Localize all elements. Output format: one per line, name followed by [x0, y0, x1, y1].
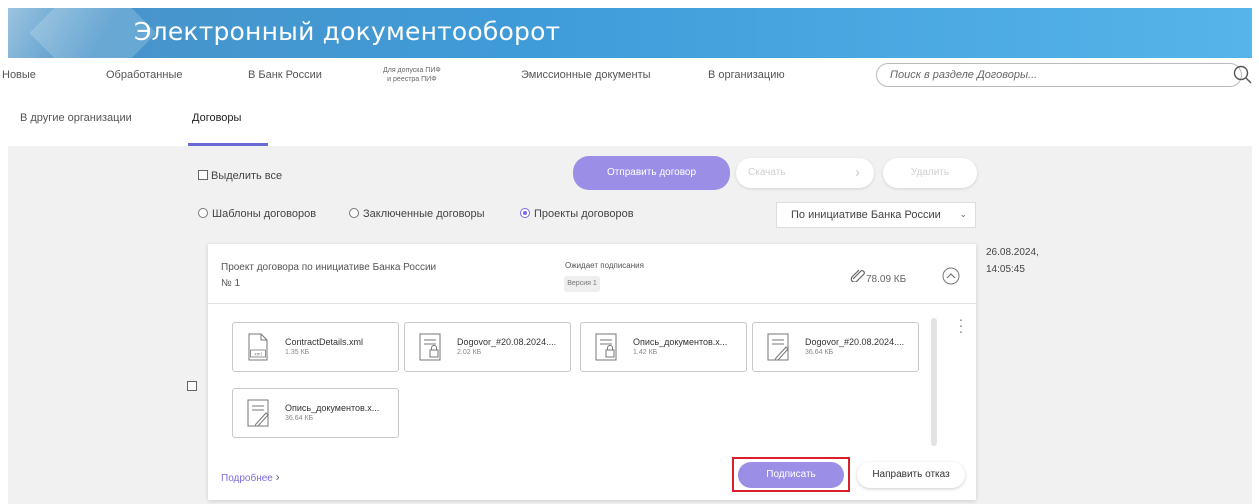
download-chevron-icon: › — [855, 164, 860, 181]
radio-projects[interactable]: Проекты договоров — [520, 208, 634, 220]
download-label: Скачать — [748, 167, 786, 178]
tab-pif-admission[interactable]: Для допуска ПИФ и реестра ПИФ — [383, 66, 441, 84]
card-status: Ожидает подписания — [565, 261, 644, 270]
tab-contracts[interactable]: Договоры — [192, 112, 241, 124]
initiative-select[interactable]: По инициативе Банка России ⌄ — [776, 202, 976, 228]
chevron-right-icon: › — [275, 470, 280, 484]
delete-button[interactable]: Удалить — [883, 158, 977, 188]
card-number: № 1 — [221, 278, 241, 289]
file-card[interactable]: Dogovor_#20.08.2024.... 36.64 КБ — [752, 322, 919, 372]
tab-other-organizations[interactable]: В другие организации — [20, 112, 132, 124]
search-icon[interactable] — [1232, 64, 1254, 86]
files-scrollbar[interactable] — [931, 318, 937, 446]
sign-button-highlight — [732, 457, 850, 492]
app-title: Электронный документооборот — [134, 17, 561, 46]
radio-concluded-label: Заключенные договоры — [363, 208, 485, 220]
version-badge: Версия 1 — [564, 276, 600, 292]
file-name: Dogovor_#20.08.2024.... — [457, 337, 557, 347]
signed-file-icon — [247, 399, 269, 427]
search-box[interactable] — [876, 63, 1242, 87]
more-details-label: Подробнее — [221, 473, 273, 484]
radio-concluded-indicator[interactable] — [349, 208, 359, 218]
card-select-box[interactable] — [187, 381, 197, 391]
select-all-checkbox[interactable]: Выделить все — [198, 170, 282, 182]
card-title: Проект договора по инициативе Банка Росс… — [221, 262, 437, 273]
file-name: ContractDetails.xml — [285, 337, 364, 347]
send-contract-button[interactable]: Отправить договор — [573, 156, 730, 190]
reject-button[interactable]: Направить отказ — [857, 462, 965, 488]
locked-file-icon — [595, 333, 617, 361]
download-button[interactable]: Скачать › — [736, 158, 874, 188]
select-all-box[interactable] — [198, 170, 208, 180]
card-date: 26.08.2024, — [986, 247, 1039, 258]
initiative-select-value: По инициативе Банка России — [791, 209, 941, 221]
chevron-down-icon: ⌄ — [959, 209, 967, 219]
tab-new[interactable]: Новые — [2, 69, 36, 81]
radio-templates[interactable]: Шаблоны договоров — [198, 208, 316, 220]
more-options-icon[interactable]: · · · — [955, 312, 967, 338]
radio-templates-label: Шаблоны договоров — [212, 208, 317, 220]
header-banner: Электронный документооборот — [8, 8, 1252, 58]
paperclip-icon — [850, 269, 865, 282]
file-size: 2.02 КБ — [457, 349, 482, 356]
tab-pif-admission-line2: и реестра ПИФ — [387, 76, 437, 83]
file-size: 36.64 КБ — [805, 349, 834, 356]
card-select-checkbox[interactable] — [187, 377, 200, 395]
search-input[interactable] — [877, 64, 1207, 86]
file-name: Dogovor_#20.08.2024.... — [805, 337, 905, 347]
radio-projects-label: Проекты договоров — [534, 208, 634, 220]
tab-to-organization[interactable]: В организацию — [708, 69, 785, 81]
file-card[interactable]: Dogovor_#20.08.2024.... 2.02 КБ — [404, 322, 571, 372]
file-name: Опись_документов.х... — [285, 403, 380, 413]
radio-projects-indicator[interactable] — [520, 208, 530, 218]
collapse-chevron-up-icon[interactable] — [941, 266, 961, 286]
file-card[interactable]: xml ContractDetails.xml 1.35 КБ — [232, 322, 399, 372]
tab-to-bank-of-russia[interactable]: В Банк России — [248, 69, 322, 81]
signed-file-icon — [767, 333, 789, 361]
file-size: 1.35 КБ — [285, 349, 310, 356]
file-name: Опись_документов.х... — [633, 337, 728, 347]
xml-file-icon: xml — [248, 333, 268, 361]
file-size: 36.64 КБ — [285, 415, 314, 422]
tab-processed[interactable]: Обработанные — [106, 69, 182, 81]
file-card[interactable]: Опись_документов.х... 36.64 КБ — [232, 388, 399, 438]
file-size: 1.42 КБ — [633, 349, 658, 356]
locked-file-icon — [419, 333, 441, 361]
card-divider — [208, 303, 976, 304]
tab-pif-admission-line1: Для допуска ПИФ — [383, 67, 441, 74]
card-size: 78.09 КБ — [866, 274, 907, 285]
svg-text:xml: xml — [254, 352, 261, 357]
card-time: 14:05:45 — [986, 264, 1025, 275]
select-all-label: Выделить все — [211, 170, 283, 182]
radio-concluded[interactable]: Заключенные договоры — [349, 208, 485, 220]
file-card[interactable]: Опись_документов.х... 1.42 КБ — [580, 322, 747, 372]
tab-emission-documents[interactable]: Эмиссионные документы — [521, 69, 651, 81]
more-details-link[interactable]: Подробнее › — [221, 470, 280, 484]
radio-templates-indicator[interactable] — [198, 208, 208, 218]
